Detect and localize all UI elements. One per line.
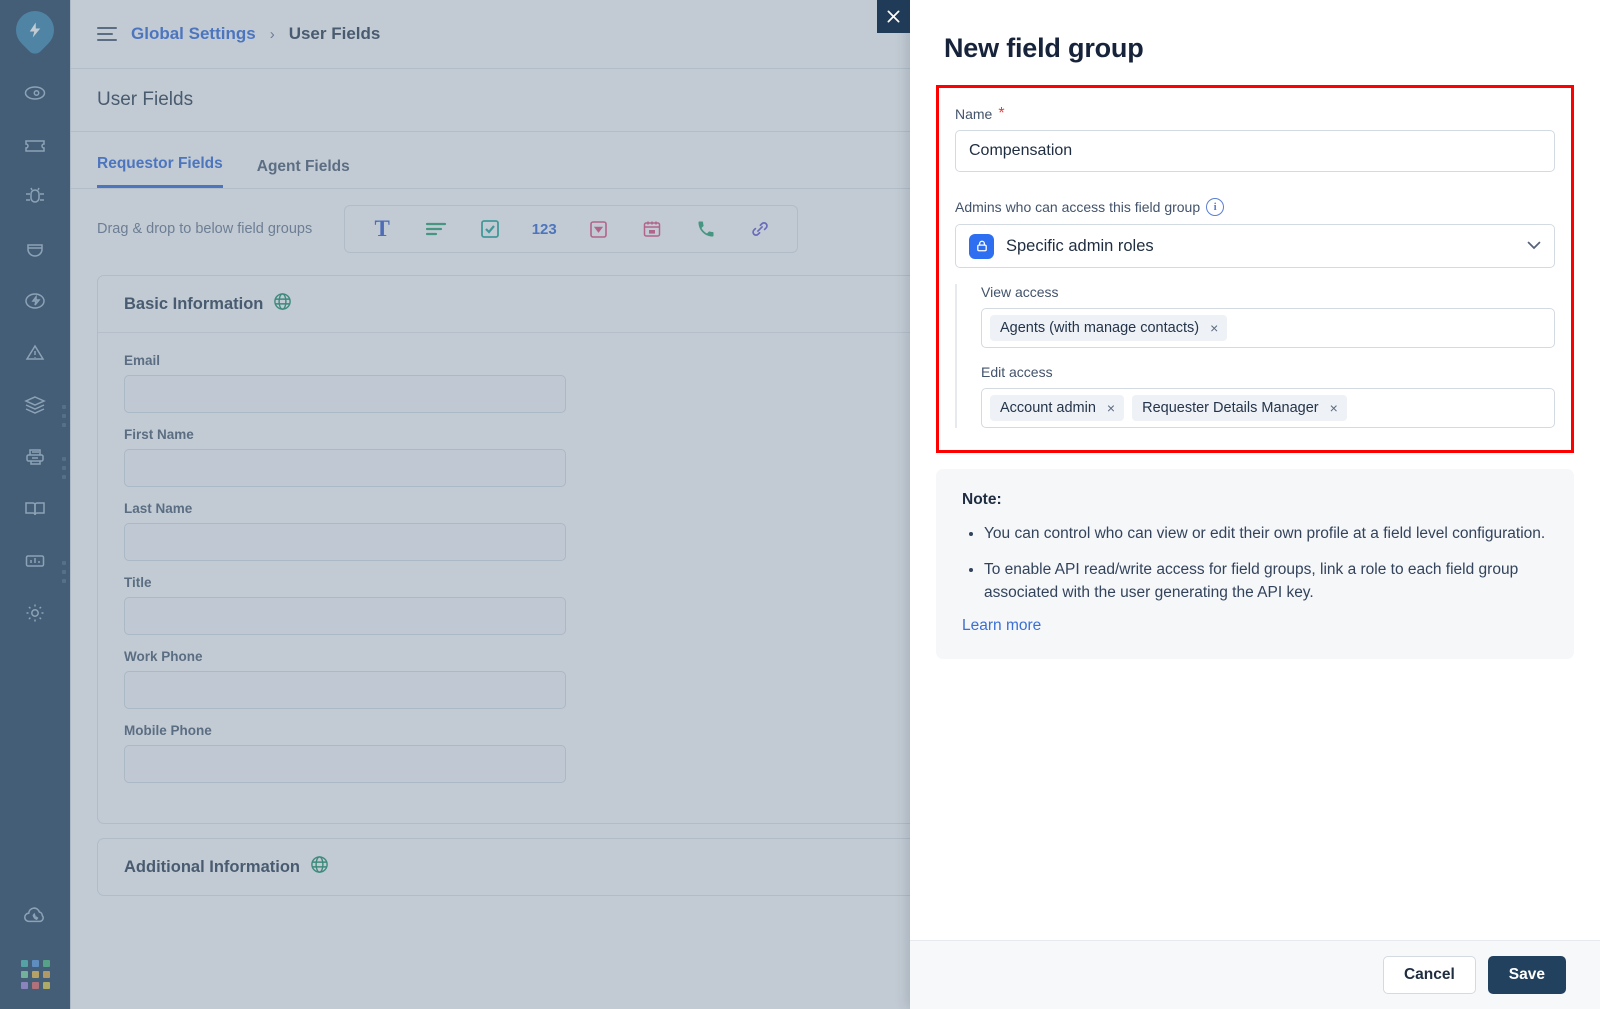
close-icon[interactable]: × (1210, 321, 1218, 335)
sidebar-item-releases[interactable] (9, 275, 61, 327)
url-field-tool[interactable] (747, 216, 773, 242)
close-icon[interactable]: × (1330, 401, 1338, 415)
field-input[interactable] (124, 449, 566, 487)
rail-drag-dots (62, 405, 66, 427)
panel-body: New field group Name * Admins who can acc… (910, 0, 1600, 940)
admins-access-value: Specific admin roles (1006, 236, 1154, 255)
note-card: Note: You can control who can view or ed… (936, 469, 1574, 660)
phone-field-tool[interactable] (693, 216, 719, 242)
field-input[interactable] (124, 375, 566, 413)
chip[interactable]: Agents (with manage contacts) × (990, 315, 1228, 341)
save-button[interactable]: Save (1487, 956, 1566, 994)
rail-drag-dots (62, 457, 66, 479)
note-list: You can control who can view or edit the… (962, 523, 1548, 604)
apps-grid-icon[interactable] (20, 960, 50, 989)
name-label-row: Name * (955, 105, 1555, 123)
field-group-name-input[interactable] (955, 130, 1555, 172)
field-input[interactable] (124, 597, 566, 635)
sidebar-item-changes[interactable] (9, 223, 61, 275)
chip-label: Agents (with manage contacts) (1000, 320, 1200, 336)
rail-icon-list (9, 67, 61, 639)
sidebar-item-assets[interactable] (9, 379, 61, 431)
sidebar-item-solutions[interactable] (9, 483, 61, 535)
admins-label-row: Admins who can access this field group i (955, 198, 1555, 216)
learn-more-link[interactable]: Learn more (962, 617, 1041, 635)
rail-bottom-group (0, 890, 70, 989)
chip-label: Requester Details Manager (1142, 400, 1319, 416)
access-settings: View access Agents (with manage contacts… (955, 284, 1555, 428)
panel-footer: Cancel Save (910, 940, 1600, 1009)
field-group-title: Additional Information (124, 857, 300, 876)
chip[interactable]: Requester Details Manager × (1132, 395, 1347, 421)
view-access-label: View access (981, 284, 1059, 300)
tab-requestor-fields[interactable]: Requestor Fields (97, 155, 223, 188)
breadcrumb-separator: › (269, 25, 275, 43)
sidebar-item-analytics[interactable] (9, 535, 61, 587)
field-type-palette: T 123 (344, 205, 799, 253)
rail-drag-dots (62, 561, 66, 583)
field-input[interactable] (124, 523, 566, 561)
close-icon[interactable] (877, 0, 910, 33)
lock-icon (969, 233, 994, 259)
field-input[interactable] (124, 745, 566, 783)
text-field-tool[interactable]: T (369, 216, 395, 242)
breadcrumb-current: User Fields (288, 24, 381, 43)
tab-agent-fields[interactable]: Agent Fields (257, 158, 350, 188)
admins-access-select[interactable]: Specific admin roles (955, 224, 1555, 268)
cancel-button[interactable]: Cancel (1382, 956, 1476, 994)
sidebar-item-inventory[interactable] (9, 431, 61, 483)
highlight-region: Name * Admins who can access this field g… (936, 85, 1574, 453)
chip-label: Account admin (1000, 400, 1096, 416)
panel-title: New field group (944, 33, 1144, 63)
close-icon[interactable]: × (1107, 401, 1115, 415)
note-title: Note: (962, 491, 1002, 508)
list-item: You can control who can view or edit the… (984, 523, 1548, 546)
drag-drop-label: Drag & drop to below field groups (97, 221, 313, 237)
name-label: Name (955, 106, 993, 122)
globe-icon (273, 292, 292, 316)
sidebar-item-tickets[interactable] (9, 119, 61, 171)
new-field-group-panel: New field group Name * Admins who can acc… (877, 0, 1600, 1009)
field-group-title: Basic Information (124, 294, 264, 313)
chip[interactable]: Account admin × (990, 395, 1125, 421)
checkbox-field-tool[interactable] (477, 216, 503, 242)
freshservice-logo[interactable] (8, 3, 62, 57)
sidebar-item-alerts[interactable] (9, 327, 61, 379)
admins-label: Admins who can access this field group (955, 199, 1201, 215)
required-mark: * (998, 105, 1005, 122)
date-field-tool[interactable] (639, 216, 665, 242)
sidebar-item-dashboard[interactable] (9, 67, 61, 119)
app-root: Global Settings › User Fields User Field… (0, 0, 1600, 1009)
view-access-chip-field[interactable]: Agents (with manage contacts) × (981, 308, 1555, 348)
paragraph-field-tool[interactable] (423, 216, 449, 242)
sidebar-item-admin[interactable] (9, 587, 61, 639)
info-icon[interactable]: i (1206, 198, 1225, 216)
left-nav-rail (0, 0, 70, 1009)
sidebar-item-problems[interactable] (9, 171, 61, 223)
number-field-tool[interactable]: 123 (531, 216, 557, 242)
sidebar-item-freshcaller[interactable] (9, 890, 61, 942)
list-item: To enable API read/write access for fiel… (984, 559, 1548, 605)
dropdown-field-tool[interactable] (585, 216, 611, 242)
edit-access-chip-field[interactable]: Account admin × Requester Details Manage… (981, 388, 1555, 428)
edit-access-label: Edit access (981, 364, 1053, 380)
globe-icon (310, 855, 329, 879)
hamburger-icon[interactable] (97, 27, 117, 41)
breadcrumb-parent-link[interactable]: Global Settings (131, 24, 256, 44)
field-input[interactable] (124, 671, 566, 709)
chevron-down-icon[interactable] (1527, 237, 1541, 255)
